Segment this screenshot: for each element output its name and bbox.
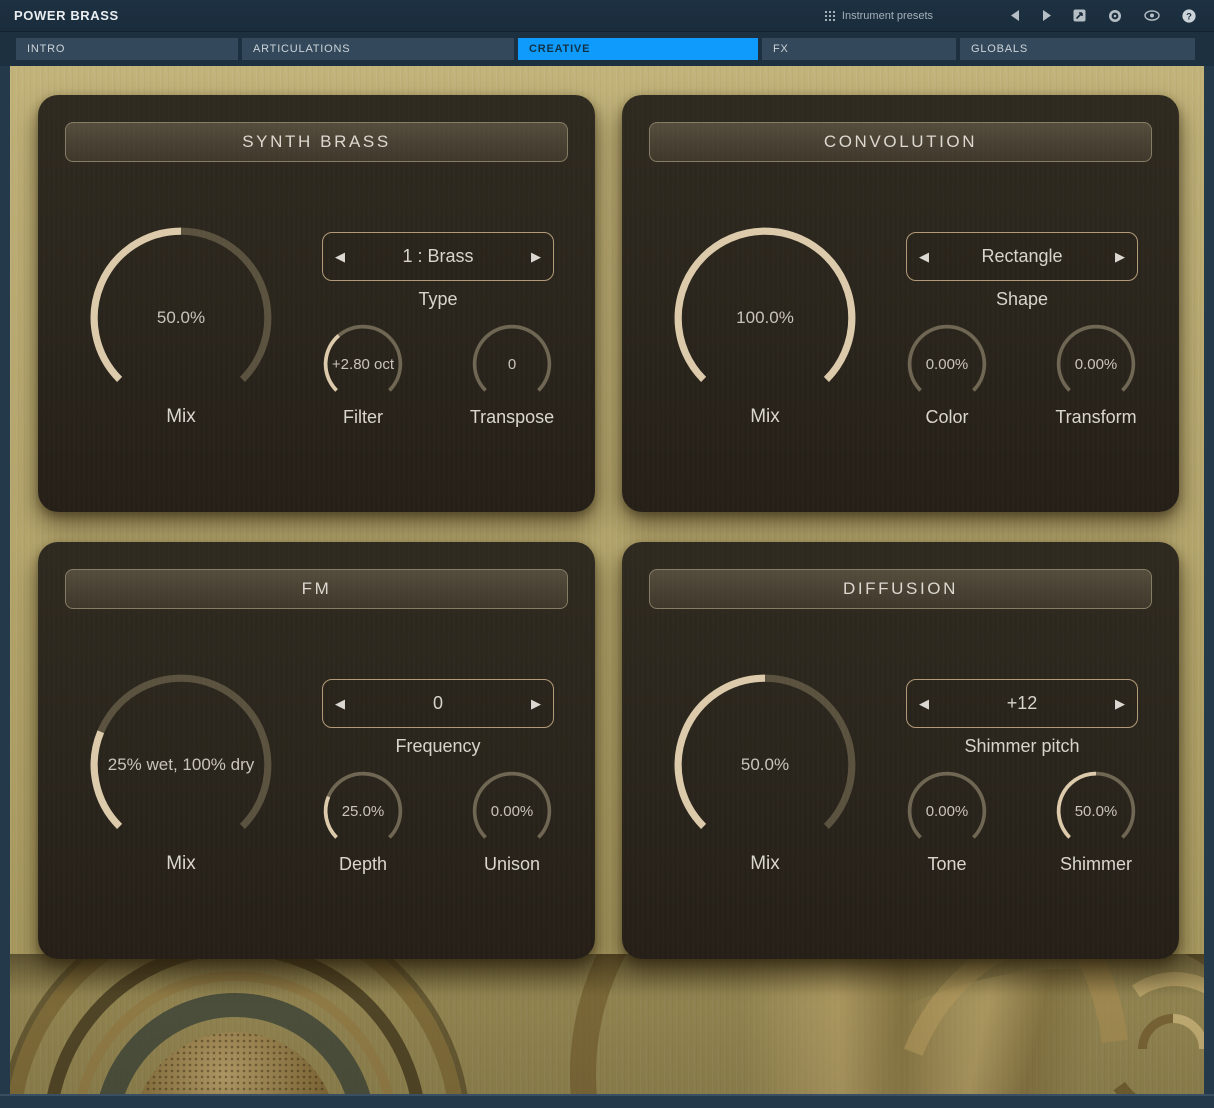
knob-value: 50.0% — [87, 224, 275, 412]
shimmer-knob[interactable]: 50.0% — [1054, 769, 1138, 853]
help-icon[interactable]: ? — [1182, 9, 1196, 23]
main-background: SYNTH BRASS 50.0% Mix ◀ 1 : Brass ▶ Type… — [10, 66, 1204, 1094]
knob-label: Color — [872, 407, 1022, 428]
tab-articulations[interactable]: ARTICULATIONS — [242, 38, 514, 60]
panel-title-synth-brass: SYNTH BRASS — [65, 122, 568, 162]
knob-value: 25.0% — [321, 769, 405, 853]
knob-value: 0 — [470, 322, 554, 406]
mix-knob[interactable]: 50.0% — [671, 671, 859, 859]
knob-value: 0.00% — [1054, 322, 1138, 406]
frequency-selector[interactable]: ◀ 0 ▶ — [322, 679, 554, 728]
random-preset-icon[interactable] — [1073, 9, 1086, 22]
knob-label: Depth — [288, 854, 438, 875]
ornate-brass-artwork — [10, 954, 1204, 1094]
next-preset-icon[interactable] — [1042, 10, 1051, 21]
eye-icon[interactable] — [1144, 10, 1160, 21]
svg-text:?: ? — [1186, 11, 1192, 22]
fm-panel: FM 25% wet, 100% dry Mix ◀ 0 ▶ Frequency… — [38, 542, 595, 959]
knob-value: 0.00% — [905, 322, 989, 406]
selector-label: Shape — [906, 289, 1138, 310]
titlebar-right: Instrument presets — [824, 9, 1200, 23]
frame-bottom-highlight — [0, 1094, 1214, 1096]
knob-label: Mix — [87, 853, 275, 875]
shimmer-pitch-selector[interactable]: ◀ +12 ▶ — [906, 679, 1138, 728]
tab-fx[interactable]: FX — [762, 38, 956, 60]
transform-knob[interactable]: 0.00% — [1054, 322, 1138, 406]
knob-value: 50.0% — [1054, 769, 1138, 853]
target-icon[interactable] — [1108, 9, 1122, 23]
selector-prev-icon[interactable]: ◀ — [335, 697, 345, 710]
selector-prev-icon[interactable]: ◀ — [919, 697, 929, 710]
selector-next-icon[interactable]: ▶ — [531, 250, 541, 263]
knob-label: Mix — [671, 406, 859, 428]
panel-title-convolution: CONVOLUTION — [649, 122, 1152, 162]
knob-label: Transform — [1021, 407, 1171, 428]
shape-selector[interactable]: ◀ Rectangle ▶ — [906, 232, 1138, 281]
tab-bar: INTRO ARTICULATIONS CREATIVE FX GLOBALS — [0, 32, 1214, 66]
depth-knob[interactable]: 25.0% — [321, 769, 405, 853]
transpose-knob[interactable]: 0 — [470, 322, 554, 406]
knob-label: Shimmer — [1021, 854, 1171, 875]
selector-value: +12 — [929, 693, 1115, 714]
selector-value: 1 : Brass — [345, 246, 531, 267]
app-title: POWER BRASS — [14, 8, 119, 23]
knob-label: Unison — [437, 854, 587, 875]
knob-label: Mix — [87, 406, 275, 428]
tab-creative[interactable]: CREATIVE — [518, 38, 758, 60]
titlebar-icons: ? — [1011, 9, 1196, 23]
knob-label: Transpose — [437, 407, 587, 428]
type-selector[interactable]: ◀ 1 : Brass ▶ — [322, 232, 554, 281]
tone-knob[interactable]: 0.00% — [905, 769, 989, 853]
mix-knob[interactable]: 100.0% — [671, 224, 859, 412]
selector-value: Rectangle — [929, 246, 1115, 267]
diffusion-panel: DIFFUSION 50.0% Mix ◀ +12 ▶ Shimmer pitc… — [622, 542, 1179, 959]
selector-label: Frequency — [322, 736, 554, 757]
selector-label: Shimmer pitch — [906, 736, 1138, 757]
tab-globals[interactable]: GLOBALS — [960, 38, 1195, 60]
titlebar: POWER BRASS Instrument presets — [0, 0, 1214, 32]
selector-next-icon[interactable]: ▶ — [531, 697, 541, 710]
convolution-panel: CONVOLUTION 100.0% Mix ◀ Rectangle ▶ Sha… — [622, 95, 1179, 512]
knob-value: +2.80 oct — [321, 322, 405, 406]
knob-value: 25% wet, 100% dry — [87, 671, 275, 859]
filter-knob[interactable]: +2.80 oct — [321, 322, 405, 406]
selector-next-icon[interactable]: ▶ — [1115, 697, 1125, 710]
tab-intro[interactable]: INTRO — [16, 38, 238, 60]
knob-label: Mix — [671, 853, 859, 875]
unison-knob[interactable]: 0.00% — [470, 769, 554, 853]
knob-value: 0.00% — [905, 769, 989, 853]
mix-knob[interactable]: 25% wet, 100% dry — [87, 671, 275, 859]
color-knob[interactable]: 0.00% — [905, 322, 989, 406]
panel-title-fm: FM — [65, 569, 568, 609]
knob-label: Filter — [288, 407, 438, 428]
artwork-shadow — [10, 954, 1204, 1094]
knob-value: 100.0% — [671, 224, 859, 412]
selector-next-icon[interactable]: ▶ — [1115, 250, 1125, 263]
selector-prev-icon[interactable]: ◀ — [335, 250, 345, 263]
prev-preset-icon[interactable] — [1011, 10, 1020, 21]
instrument-presets-button[interactable]: Instrument presets — [824, 10, 933, 22]
selector-value: 0 — [345, 693, 531, 714]
knob-label: Tone — [872, 854, 1022, 875]
panel-title-diffusion: DIFFUSION — [649, 569, 1152, 609]
presets-grid-icon — [824, 10, 836, 22]
selector-prev-icon[interactable]: ◀ — [919, 250, 929, 263]
knob-value: 50.0% — [671, 671, 859, 859]
selector-label: Type — [322, 289, 554, 310]
mix-knob[interactable]: 50.0% — [87, 224, 275, 412]
knob-value: 0.00% — [470, 769, 554, 853]
instrument-presets-label: Instrument presets — [842, 10, 933, 22]
synth-brass-panel: SYNTH BRASS 50.0% Mix ◀ 1 : Brass ▶ Type… — [38, 95, 595, 512]
